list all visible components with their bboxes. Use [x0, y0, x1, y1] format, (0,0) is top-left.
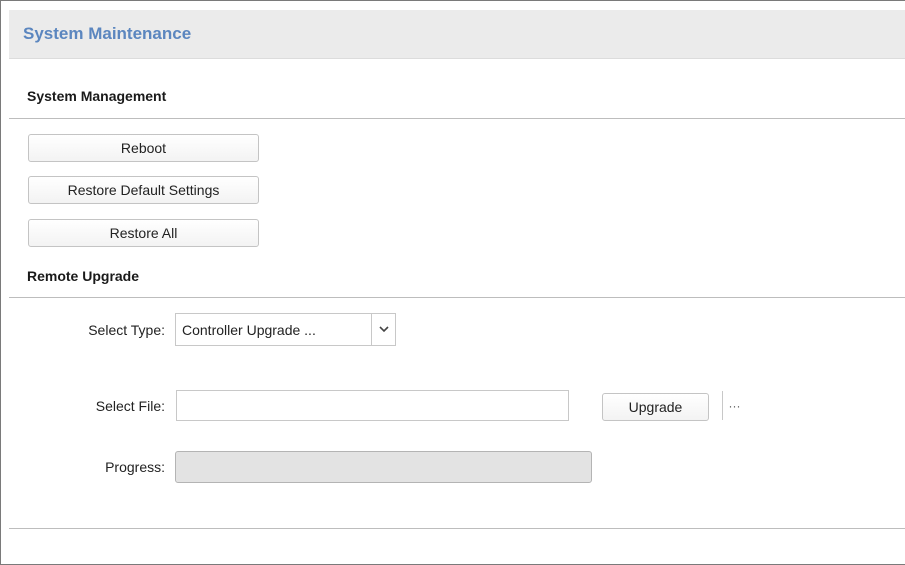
file-path-field[interactable]: ···	[176, 390, 741, 421]
section-divider	[9, 297, 905, 298]
page-header: System Maintenance	[9, 10, 905, 59]
restore-default-settings-button[interactable]: Restore Default Settings	[28, 176, 259, 204]
dropdown-separator	[371, 314, 372, 345]
reboot-button[interactable]: Reboot	[28, 134, 259, 162]
ellipsis-icon: ···	[728, 398, 741, 413]
select-type-value: Controller Upgrade ...	[182, 322, 316, 338]
page-title: System Maintenance	[23, 24, 192, 43]
system-management-title: System Management	[27, 88, 167, 104]
browse-file-button[interactable]: ···	[722, 391, 746, 420]
remote-upgrade-title: Remote Upgrade	[27, 268, 140, 284]
upgrade-button[interactable]: Upgrade	[602, 393, 709, 421]
section-divider	[9, 118, 905, 119]
select-type-dropdown[interactable]: Controller Upgrade ...	[175, 313, 396, 346]
select-type-label: Select Type:	[88, 322, 165, 338]
upgrade-progress-bar	[175, 451, 592, 483]
bottom-divider	[9, 528, 905, 529]
progress-label: Progress:	[105, 459, 165, 475]
select-file-label: Select File:	[95, 398, 165, 414]
chevron-down-icon[interactable]	[377, 322, 391, 336]
restore-all-button[interactable]: Restore All	[28, 219, 259, 247]
